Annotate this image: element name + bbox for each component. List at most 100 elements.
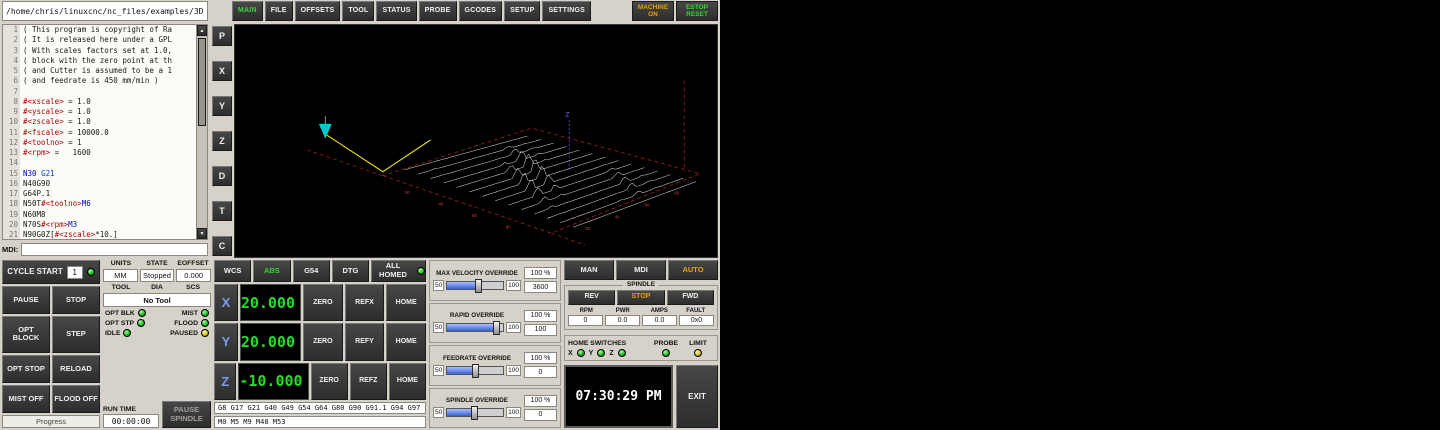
spindle-override-label: SPINDLE OVERRIDE — [433, 397, 521, 404]
rapid-min: 50 — [433, 322, 444, 333]
pause-spindle-button[interactable]: PAUSE SPINDLE — [162, 401, 211, 428]
refx-button[interactable]: REFX — [345, 284, 385, 321]
jog-button-z[interactable]: Z — [212, 131, 232, 151]
stop-button[interactable]: STOP — [52, 286, 100, 314]
scrollbar-thumb[interactable] — [198, 38, 206, 126]
refy-button[interactable]: REFY — [345, 323, 385, 360]
spindle-stop-button[interactable]: STOP — [617, 290, 664, 305]
flood-off-button[interactable]: FLOOD OFF — [52, 385, 100, 413]
menu-status-button[interactable]: STATUS — [376, 1, 416, 21]
pwr-value: 0.0 — [605, 315, 640, 326]
refz-button[interactable]: REFZ — [350, 363, 387, 400]
gcode-line-number: 18 — [3, 199, 20, 209]
mode-man-button[interactable]: MAN — [564, 260, 614, 280]
gcode-line: 11#<fscale> = 10000.0 — [3, 128, 196, 138]
menu-tool-button[interactable]: TOOL — [342, 1, 374, 21]
slider-fill — [447, 282, 478, 289]
amps-header: AMPS — [641, 308, 678, 314]
top-bar: MAIN FILE OFFSETS TOOL STATUS PROBE GCOD… — [0, 0, 720, 22]
gcode-line: 17G64P.1 — [3, 189, 196, 199]
max-velocity-min: 50 — [433, 280, 444, 291]
gcode-listing[interactable]: 1( This program is copyright of Ra2( It … — [2, 24, 208, 240]
mist-off-button[interactable]: MIST OFF — [2, 385, 50, 413]
zero-x-button[interactable]: ZERO — [303, 284, 343, 321]
opt-stp-label: OPT STP — [105, 320, 134, 327]
jog-button-p[interactable]: P — [212, 26, 232, 46]
status-panel: UNITS STATE EOFFSET MM Stopped 0.000 TOO… — [103, 260, 211, 428]
spindle-override-slider[interactable] — [446, 408, 504, 417]
jog-button-d[interactable]: D — [212, 166, 232, 186]
screenshot-root: MAIN FILE OFFSETS TOOL STATUS PROBE GCOD… — [0, 0, 720, 430]
slider-handle[interactable] — [471, 406, 478, 420]
machine-on-button[interactable]: MACHINE ON — [632, 1, 674, 21]
file-path-input[interactable] — [2, 1, 208, 21]
pause-button[interactable]: PAUSE — [2, 286, 50, 314]
tab-abs[interactable]: ABS — [253, 260, 290, 282]
gcode-line-number: 8 — [3, 97, 20, 107]
cycle-count: 1 — [67, 266, 83, 279]
menu-offsets-button[interactable]: OFFSETS — [295, 1, 341, 21]
home-z-button[interactable]: HOME — [389, 363, 426, 400]
gcode-line-number: 10 — [3, 117, 20, 127]
spindle-rev-button[interactable]: REV — [568, 290, 615, 305]
scrollbar[interactable]: ▲ ▼ — [196, 25, 207, 239]
mode-auto-button[interactable]: AUTO — [668, 260, 718, 280]
jog-button-x[interactable]: X — [212, 61, 232, 81]
all-homed-button[interactable]: ALL HOMED — [371, 260, 426, 282]
home-x-button[interactable]: HOME — [386, 284, 426, 321]
max-velocity-label: MAX VELOCITY OVERRIDE — [433, 270, 521, 277]
feedrate-override-slider[interactable] — [446, 366, 504, 375]
toolpath-preview[interactable]: Z2020404060608080 — [234, 24, 718, 258]
gcode-line: 7 — [3, 87, 196, 97]
tab-dtg[interactable]: DTG — [332, 260, 369, 282]
menu-probe-button[interactable]: PROBE — [419, 1, 457, 21]
home-y-button[interactable]: HOME — [386, 323, 426, 360]
jog-button-y[interactable]: Y — [212, 96, 232, 116]
gcode-line: 15N30 G21 — [3, 169, 196, 179]
slider-fill — [447, 367, 475, 374]
slider-handle[interactable] — [472, 364, 479, 378]
jog-button-c[interactable]: C — [212, 236, 232, 256]
home-x-led — [577, 349, 585, 357]
step-button[interactable]: STEP — [52, 316, 100, 353]
opt-block-button[interactable]: OPT BLOCK — [2, 316, 50, 353]
axis-y-button[interactable]: Y — [214, 323, 238, 360]
axis-x-button[interactable]: X — [214, 284, 238, 321]
flood-led — [201, 319, 209, 327]
scroll-down-icon[interactable]: ▼ — [197, 228, 207, 239]
menu-gcodes-button[interactable]: GCODES — [459, 1, 503, 21]
slider-handle[interactable] — [475, 279, 482, 293]
gcode-line-text: ( It is released here under a GPL — [20, 35, 172, 45]
zero-y-button[interactable]: ZERO — [303, 323, 343, 360]
opt-stop-button[interactable]: OPT STOP — [2, 355, 50, 383]
zero-z-button[interactable]: ZERO — [311, 363, 348, 400]
mode-mdi-button[interactable]: MDI — [616, 260, 666, 280]
gcode-line: 8#<xscale> = 1.0 — [3, 97, 196, 107]
jog-button-t[interactable]: T — [212, 201, 232, 221]
gcode-line-text: #<xscale> = 1.0 — [20, 97, 91, 107]
cycle-start-button[interactable]: CYCLE START 1 — [2, 260, 100, 284]
rapid-max: 100 — [506, 322, 521, 333]
menu-file-button[interactable]: FILE — [265, 1, 293, 21]
exit-button[interactable]: EXIT — [676, 365, 718, 428]
max-velocity-max: 100 — [506, 280, 521, 291]
active-mcodes: M0 M5 M9 M48 M53 — [214, 416, 426, 428]
menu-main-button[interactable]: MAIN — [232, 1, 263, 21]
slider-handle[interactable] — [493, 321, 500, 335]
estop-reset-button[interactable]: ESTOP RESET — [676, 1, 718, 21]
spindle-fwd-button[interactable]: FWD — [667, 290, 714, 305]
menu-settings-button[interactable]: SETTINGS — [542, 1, 591, 21]
tab-wcs[interactable]: WCS — [214, 260, 251, 282]
gcode-line-text: ( block with the zero point at th — [20, 56, 172, 66]
mdi-input[interactable] — [21, 243, 208, 256]
axis-z-button[interactable]: Z — [214, 363, 236, 400]
reload-button[interactable]: RELOAD — [52, 355, 100, 383]
max-velocity-slider[interactable] — [446, 281, 504, 290]
gcode-line-text: ( This program is copyright of Ra — [20, 25, 172, 35]
scroll-up-icon[interactable]: ▲ — [197, 25, 207, 36]
rapid-override-slider[interactable] — [446, 323, 504, 332]
home-z-led — [618, 349, 626, 357]
tab-g54[interactable]: G54 — [293, 260, 330, 282]
svg-text:20: 20 — [585, 226, 590, 231]
menu-setup-button[interactable]: SETUP — [504, 1, 540, 21]
